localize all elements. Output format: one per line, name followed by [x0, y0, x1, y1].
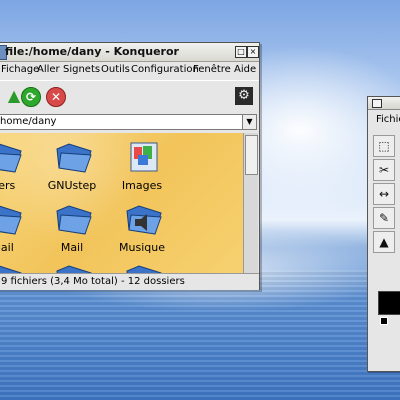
icon-item[interactable]: Musique — [107, 199, 177, 261]
toolbox-window[interactable]: Fichier ⬚ ✂ ↔ ✎ ▲ — [367, 96, 400, 372]
icon-item[interactable]: Images — [107, 137, 177, 199]
close-button[interactable]: × — [247, 46, 259, 58]
status-bar: 9 fichiers (3,4 Mo total) - 12 dossiers — [0, 273, 259, 290]
menu-fenetre[interactable]: Fenêtre — [193, 64, 231, 75]
reload-icon[interactable]: ⟳ — [21, 87, 41, 107]
toolbox-titlebar[interactable] — [368, 97, 400, 110]
icon-item[interactable]: Mail — [37, 199, 107, 261]
music-folder-icon — [126, 205, 162, 235]
toolbar: ▲ ⟳ ✕ ⚙ — [0, 80, 259, 112]
icon-label: ivers — [0, 179, 16, 192]
titlebar[interactable]: file:/home/dany - Konqueror □ × — [0, 43, 259, 62]
folder-icon — [56, 205, 92, 235]
menu-aller[interactable]: Aller — [37, 64, 60, 75]
folder-icon — [56, 143, 92, 173]
menu-configuration[interactable]: Configuration — [131, 64, 199, 75]
icon-item[interactable]: ivers — [0, 137, 37, 199]
maximize-button[interactable]: □ — [235, 46, 247, 58]
gear-icon[interactable]: ⚙ — [235, 87, 253, 105]
images-folder-icon — [130, 142, 158, 172]
menu-fichage[interactable]: Fichage — [1, 64, 39, 75]
icon-item[interactable] — [37, 259, 107, 273]
icon-item[interactable] — [0, 259, 37, 273]
move-icon[interactable]: ↔ — [373, 183, 395, 205]
icon-label: Images — [121, 179, 163, 192]
pencil-icon[interactable]: ✎ — [373, 207, 395, 229]
rect-select-icon[interactable]: ⬚ — [373, 135, 395, 157]
folder-icon — [0, 265, 22, 273]
location-input[interactable]: home/dany — [0, 114, 244, 130]
folder-icon — [126, 265, 162, 273]
icon-label: GNUstep — [47, 179, 97, 192]
konqueror-window[interactable]: file:/home/dany - Konqueror □ × Fichage … — [0, 42, 260, 290]
toolbox-close-button[interactable] — [372, 99, 382, 108]
location-dropdown-icon[interactable]: ▼ — [242, 114, 257, 130]
vertical-scrollbar[interactable] — [243, 133, 258, 273]
window-title: file:/home/dany - Konqueror — [5, 45, 179, 58]
icon-item[interactable]: mail — [0, 199, 37, 261]
menu-signets[interactable]: Signets — [63, 64, 100, 75]
folder-icon — [0, 143, 22, 173]
folder-icon — [56, 265, 92, 273]
scrollbar-thumb[interactable] — [245, 135, 258, 175]
icon-label: Mail — [60, 241, 84, 254]
stop-icon[interactable]: ✕ — [46, 87, 66, 107]
menu-aide[interactable]: Aide — [234, 64, 256, 75]
icon-view[interactable]: ivers GNUstep Images mail — [0, 133, 243, 273]
menubar: Fichage Aller Signets Outils Configurati… — [0, 62, 259, 79]
default-colors-icon[interactable] — [380, 317, 388, 325]
foreground-color-swatch[interactable] — [378, 291, 400, 315]
ink-drop-icon[interactable]: ▲ — [373, 231, 395, 253]
toolbox-menu-fichier[interactable]: Fichier — [376, 114, 400, 125]
icon-label: mail — [0, 241, 14, 254]
scissors-icon[interactable]: ✂ — [373, 159, 395, 181]
icon-item[interactable] — [107, 259, 177, 273]
icon-item[interactable]: GNUstep — [37, 137, 107, 199]
folder-icon — [0, 205, 22, 235]
menu-outils[interactable]: Outils — [101, 64, 130, 75]
icon-label: Musique — [119, 241, 165, 254]
location-bar: home/dany ▼ — [0, 111, 259, 133]
